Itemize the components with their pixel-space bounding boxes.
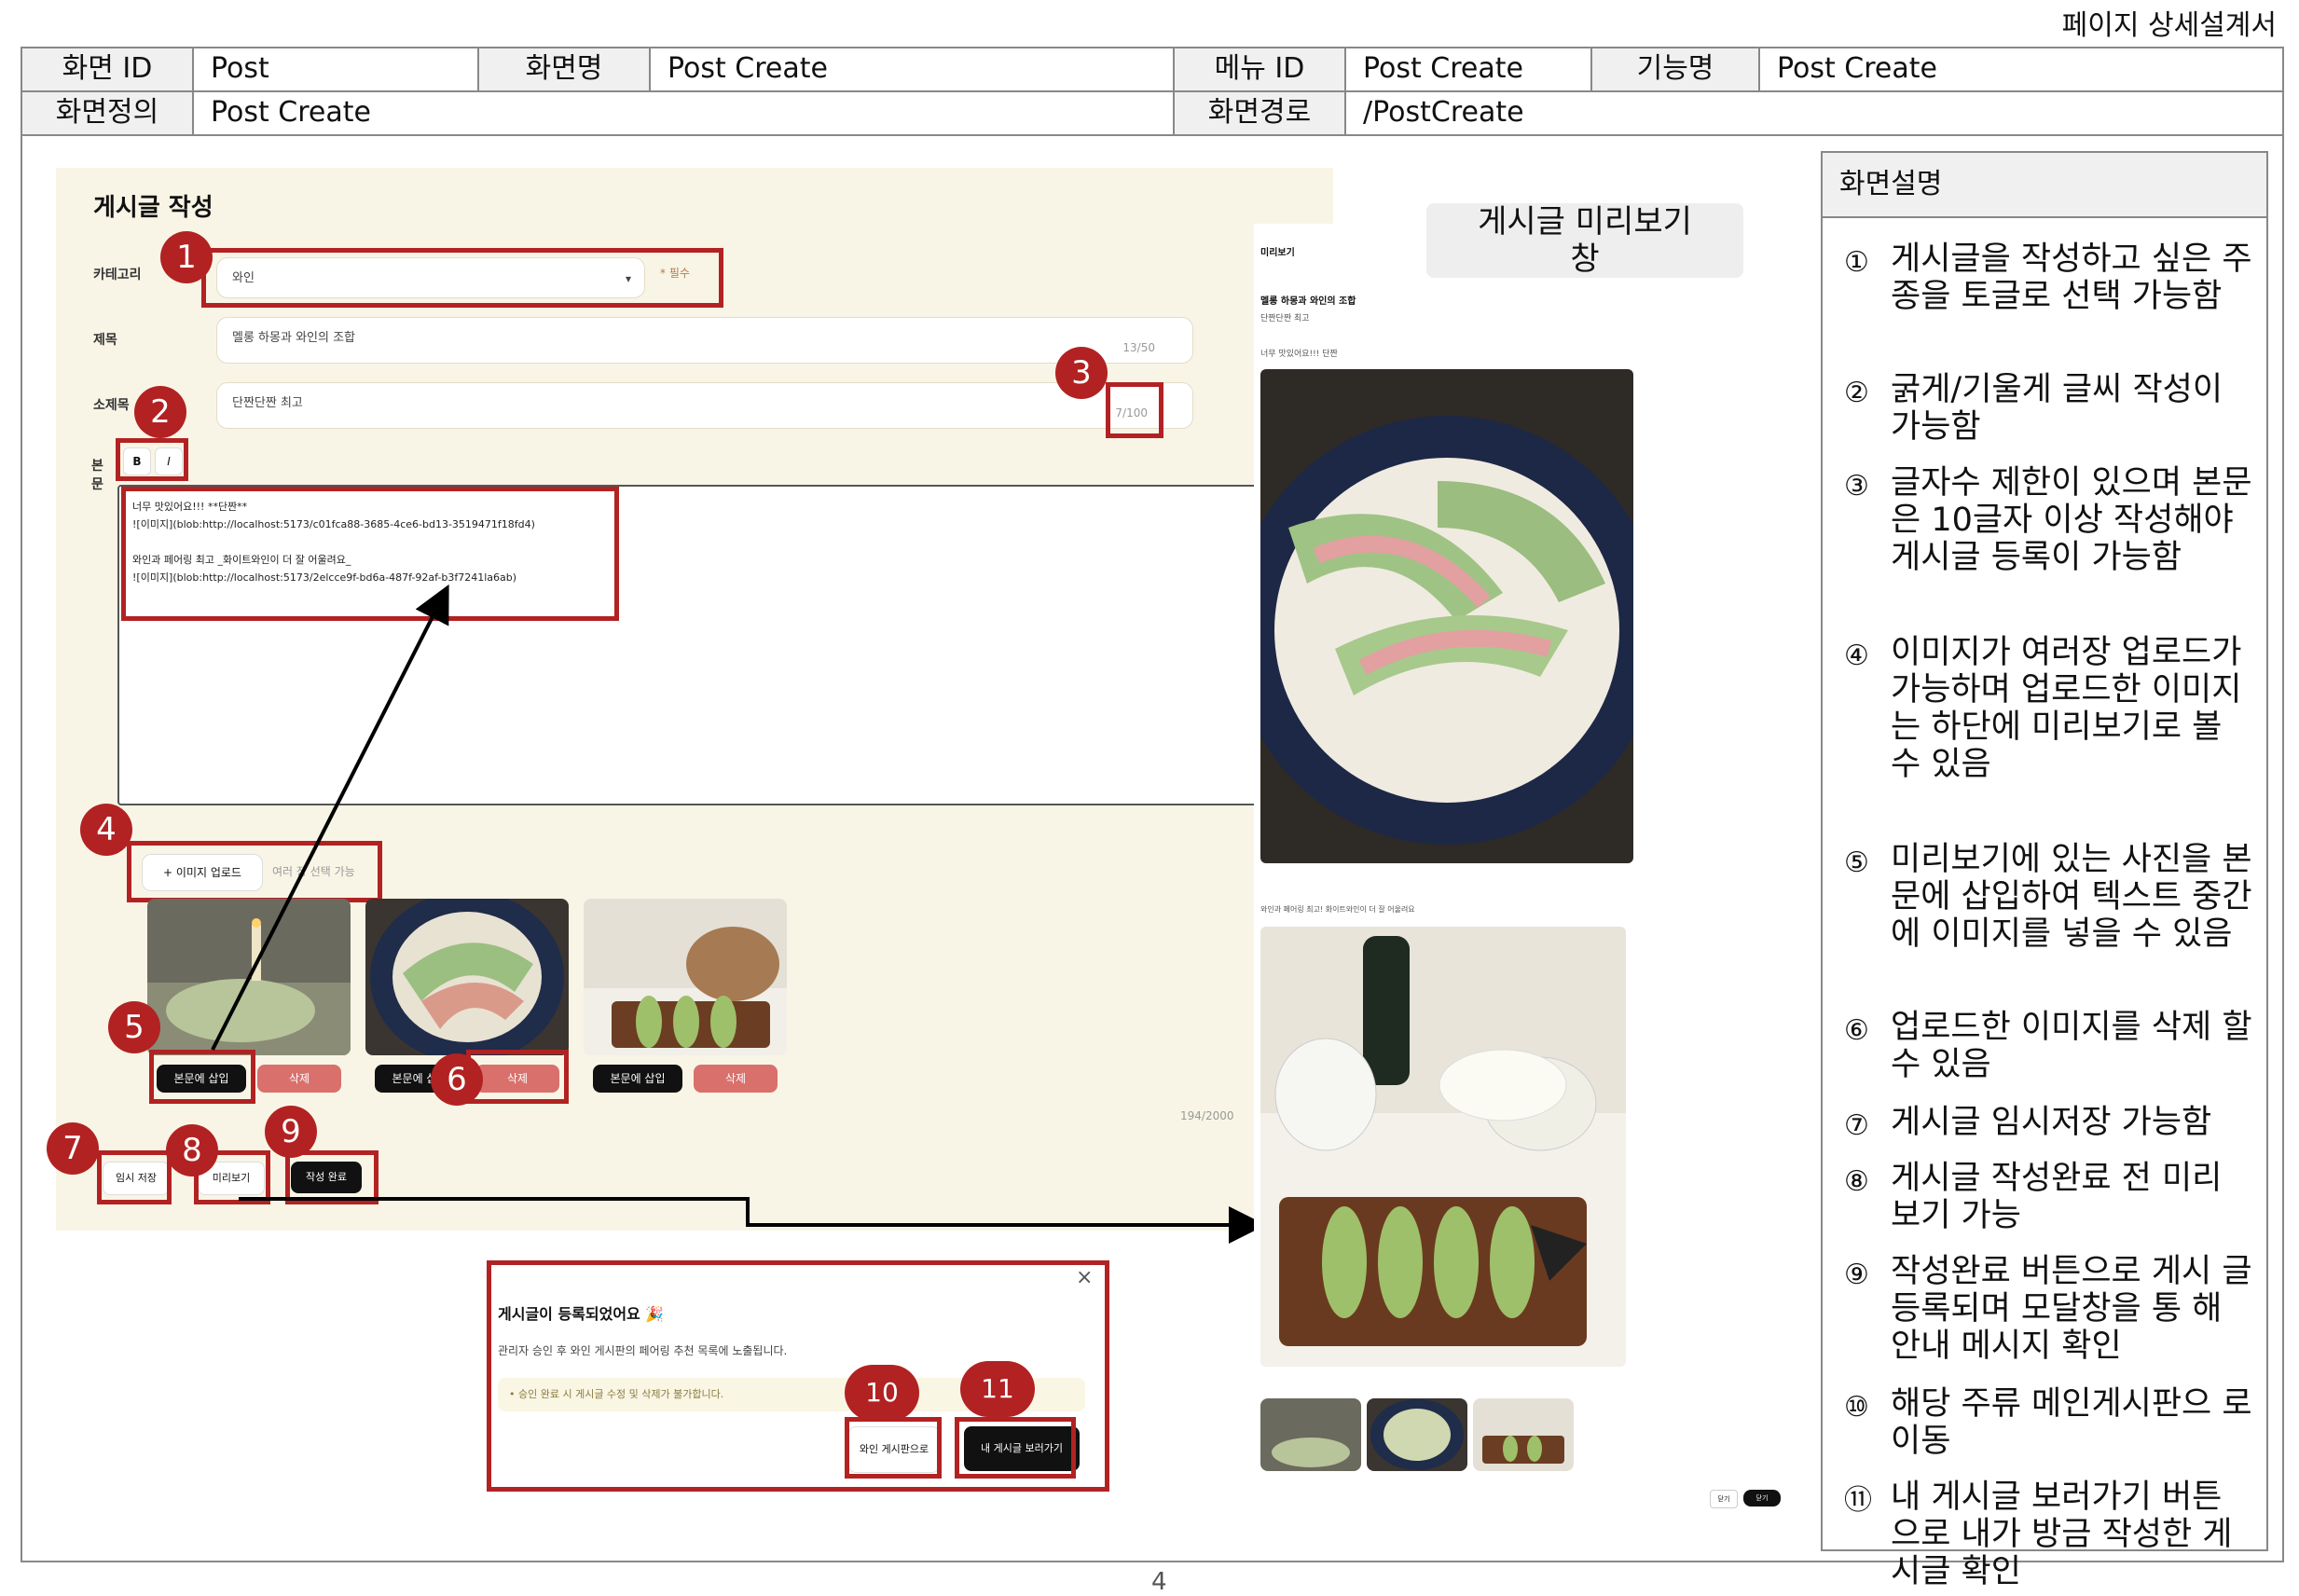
annotation-arrows — [211, 584, 1266, 1244]
item-number: ⑤ — [1844, 846, 1869, 879]
preview-thumb-1 — [1260, 1398, 1361, 1471]
description-item-7: ⑦ 게시글 임시저장 가능함 — [1844, 1104, 2254, 1142]
close-icon[interactable]: × — [1076, 1266, 1093, 1289]
description-item-10: ⑩ 해당 주류 메인게시판으 로 이동 — [1844, 1385, 2254, 1460]
preview-caption-2: 와인과 페어링 최고! 화이트와인이 더 잘 어울려요 — [1260, 905, 1415, 914]
item-number: ⑪ — [1844, 1484, 1872, 1517]
preview-post-subtitle: 단짠단짠 최고 — [1260, 314, 1310, 323]
item-number: ⑦ — [1844, 1109, 1869, 1142]
description-item-3: ③ 글자수 제한이 있으며 본문은 10글자 이상 작성해야 게시글 등록이 가능… — [1844, 464, 2254, 576]
document-title: 페이지 상세설계서 — [2061, 9, 2277, 42]
marker-11: 11 — [960, 1361, 1035, 1417]
description-item-1: ① 게시글을 작성하고 싶은 주종을 토글로 선택 가능함 — [1844, 241, 2254, 315]
item-text: 굵게/기울게 글씨 작성이 가능함 — [1891, 371, 2223, 446]
preview-window-label: 게시글 미리보기 창 — [1426, 203, 1743, 278]
item-number: ⑩ — [1844, 1391, 1869, 1424]
preview-post-title: 멜롱 하몽과 와인의 조합 — [1260, 296, 1356, 307]
item-number: ② — [1844, 377, 1869, 409]
highlight-box-10 — [845, 1417, 942, 1479]
item-text: 이미지가 여러장 업로드가 가능하며 업로드한 이미지는 하단에 미리보기로 볼… — [1891, 634, 2242, 783]
item-text: 작성완료 버튼으로 게시 글 등록되며 모달창을 통 해 안내 메시지 확인 — [1891, 1253, 2252, 1365]
item-number: ⑨ — [1844, 1259, 1869, 1291]
preview-header: 미리보기 — [1260, 248, 1295, 258]
item-number: ⑥ — [1844, 1014, 1869, 1047]
item-text: 해당 주류 메인게시판으 로 이동 — [1891, 1385, 2252, 1460]
feature-label: 기능명 — [1592, 48, 1760, 92]
preview-cancel-button[interactable]: 닫기 — [1710, 1490, 1738, 1508]
item-text: 게시글을 작성하고 싶은 주종을 토글로 선택 가능함 — [1891, 241, 2252, 315]
item-number: ① — [1844, 246, 1869, 279]
item-text: 내 게시글 보러가기 버튼 으로 내가 방금 작성한 게 시글 확인 — [1891, 1479, 2233, 1590]
description-item-6: ⑥ 업로드한 이미지를 삭제 할 수 있음 — [1844, 1009, 2254, 1083]
item-text: 게시글 작성완료 전 미리 보기 가능 — [1891, 1160, 2223, 1234]
preview-thumb-3 — [1473, 1398, 1574, 1471]
preview-image-1 — [1260, 369, 1633, 863]
item-number: ③ — [1844, 470, 1869, 502]
item-text: 글자수 제한이 있으며 본문은 10글자 이상 작성해야 게시글 등록이 가능함 — [1891, 464, 2252, 576]
modal-message: 관리자 승인 후 와인 게시판의 페어링 추천 목록에 노출됩니다. — [498, 1344, 788, 1357]
feature-value: Post Create — [1760, 48, 2282, 92]
description-item-4: ④ 이미지가 여러장 업로드가 가능하며 업로드한 이미지는 하단에 미리보기로 … — [1844, 634, 2254, 783]
description-header: 화면설명 — [1821, 151, 2268, 218]
item-number: ⑧ — [1844, 1165, 1869, 1198]
item-text: 게시글 임시저장 가능함 — [1891, 1104, 2212, 1141]
path-value: /PostCreate — [1363, 96, 1524, 129]
preview-caption-1: 너무 맛있어요!!! 단짠 — [1260, 350, 1338, 359]
preview-image-2 — [1260, 927, 1626, 1367]
menu-id-value: Post Create — [1346, 48, 1592, 92]
description-item-8: ⑧ 게시글 작성완료 전 미리 보기 가능 — [1844, 1160, 2254, 1234]
preview-thumb-2 — [1367, 1398, 1467, 1471]
description-item-9: ⑨ 작성완료 버튼으로 게시 글 등록되며 모달창을 통 해 안내 메시지 확인 — [1844, 1253, 2254, 1365]
item-text: 미리보기에 있는 사진을 본문에 삽입하여 텍스트 중간에 이미지를 넣을 수 … — [1891, 841, 2252, 953]
preview-close-button[interactable]: 닫기 — [1743, 1490, 1781, 1507]
marker-10: 10 — [845, 1365, 919, 1421]
description-item-11: ⑪ 내 게시글 보러가기 버튼 으로 내가 방금 작성한 게 시글 확인 — [1844, 1479, 2254, 1590]
item-number: ④ — [1844, 640, 1869, 672]
item-text: 업로드한 이미지를 삭제 할 수 있음 — [1891, 1009, 2252, 1083]
modal-title: 게시글이 등록되었어요 🎉 — [498, 1305, 665, 1323]
description-item-5: ⑤ 미리보기에 있는 사진을 본문에 삽입하여 텍스트 중간에 이미지를 넣을 수… — [1844, 841, 2254, 953]
highlight-box-11 — [955, 1417, 1076, 1479]
description-item-2: ② 굵게/기울게 글씨 작성이 가능함 — [1844, 371, 2254, 446]
